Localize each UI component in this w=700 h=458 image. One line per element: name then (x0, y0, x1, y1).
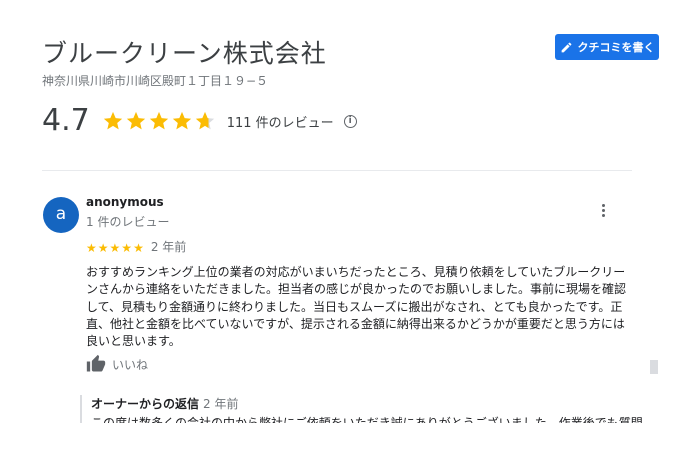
star-icon (195, 111, 214, 130)
business-reviews-panel: ブルークリーン株式会社 神奈川県川崎市川崎区殿町１丁目１９−５ クチコミを書く … (0, 0, 700, 458)
reviewer-name[interactable]: anonymous (86, 195, 164, 209)
rating-summary: 4.7 111 件のレビュー i (42, 105, 357, 137)
thumbs-up-icon (86, 354, 106, 372)
like-button[interactable]: いいね (86, 354, 148, 374)
avatar[interactable]: a (43, 197, 79, 233)
star-icon (126, 111, 145, 130)
scrollbar-thumb[interactable] (650, 360, 658, 374)
reviewer-review-count: 1 件のレビュー (86, 215, 170, 229)
owner-reply: オーナーからの返信 2 年前 この度は数多くの会社の中から弊社にご依頼をいただき誠… (80, 395, 650, 423)
star-icon: ★ (86, 241, 97, 255)
like-label: いいね (112, 357, 149, 372)
write-review-button[interactable]: クチコミを書く (555, 34, 659, 60)
business-name: ブルークリーン株式会社 (42, 39, 327, 68)
business-address: 神奈川県川崎市川崎区殿町１丁目１９−５ (42, 74, 269, 88)
info-icon[interactable]: i (343, 114, 357, 128)
review-text: おすすめランキング上位の業者の対応がいまいちだったところ、見積り依頼をしていたブ… (86, 265, 627, 349)
review-stars: ★★★★★ (86, 237, 145, 256)
write-review-label: クチコミを書く (577, 41, 655, 54)
owner-reply-text: この度は数多くの会社の中から弊社にご依頼をいただき誠にありがとうございました。作… (91, 416, 643, 423)
owner-reply-title: オーナーからの返信 (91, 397, 200, 411)
star-icon: ★ (121, 241, 133, 255)
star-icon: ★ (133, 241, 144, 255)
average-rating: 4.7 (42, 103, 90, 138)
star-icon (103, 111, 122, 130)
star-icon (172, 111, 191, 130)
pencil-icon (561, 42, 571, 52)
owner-reply-date: 2 年前 (203, 397, 239, 411)
divider (42, 170, 632, 171)
rating-stars (102, 110, 217, 132)
more-options-icon[interactable] (596, 203, 610, 219)
star-icon (149, 111, 168, 130)
star-icon: ★ (109, 241, 121, 255)
star-icon: ★ (97, 241, 109, 255)
review-count[interactable]: 111 件のレビュー (227, 112, 334, 131)
review-date: 2 年前 (150, 240, 187, 254)
review-rating: ★★★★★ 2 年前 (86, 237, 186, 256)
